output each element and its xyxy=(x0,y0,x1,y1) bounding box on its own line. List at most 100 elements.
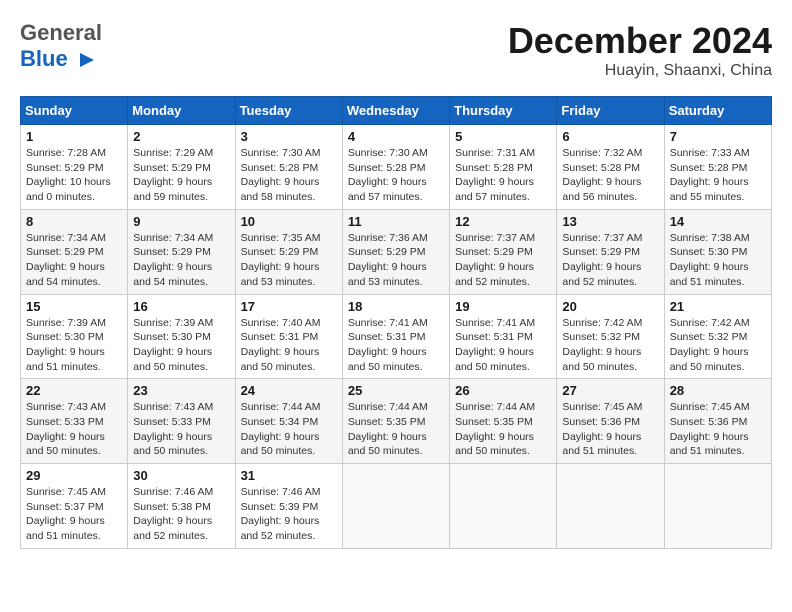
logo-icon: General Blue xyxy=(20,20,102,72)
weekday-thursday: Thursday xyxy=(450,97,557,125)
calendar-table: SundayMondayTuesdayWednesdayThursdayFrid… xyxy=(20,96,772,549)
logo: General Blue xyxy=(20,20,102,72)
calendar-cell: 25Sunrise: 7:44 AMSunset: 5:35 PMDayligh… xyxy=(342,379,449,464)
day-info: Sunrise: 7:34 AMSunset: 5:29 PMDaylight:… xyxy=(133,231,229,290)
week-row-2: 8 Sunrise: 7:34 AMSunset: 5:29 PMDaylight… xyxy=(21,209,772,294)
day-info: Sunrise: 7:44 AMSunset: 5:35 PMDaylight:… xyxy=(455,400,551,459)
day-number: 10 xyxy=(241,214,337,229)
week-row-5: 29 Sunrise: 7:45 AMSunset: 5:37 PMDayligh… xyxy=(21,464,772,549)
weekday-header-row: SundayMondayTuesdayWednesdayThursdayFrid… xyxy=(21,97,772,125)
calendar-cell: 3 Sunrise: 7:30 AMSunset: 5:28 PMDaylight… xyxy=(235,125,342,210)
weekday-saturday: Saturday xyxy=(664,97,771,125)
calendar-header: SundayMondayTuesdayWednesdayThursdayFrid… xyxy=(21,97,772,125)
calendar-cell: 23Sunrise: 7:43 AMSunset: 5:33 PMDayligh… xyxy=(128,379,235,464)
calendar-cell: 16Sunrise: 7:39 AMSunset: 5:30 PMDayligh… xyxy=(128,294,235,379)
day-number: 24 xyxy=(241,383,337,398)
day-info: Sunrise: 7:46 AMSunset: 5:39 PMDaylight:… xyxy=(241,485,337,544)
day-info: Sunrise: 7:30 AMSunset: 5:28 PMDaylight:… xyxy=(348,146,444,205)
day-number: 31 xyxy=(241,468,337,483)
weekday-sunday: Sunday xyxy=(21,97,128,125)
day-info: Sunrise: 7:33 AMSunset: 5:28 PMDaylight:… xyxy=(670,146,766,205)
weekday-friday: Friday xyxy=(557,97,664,125)
day-info: Sunrise: 7:45 AMSunset: 5:36 PMDaylight:… xyxy=(562,400,658,459)
day-info: Sunrise: 7:43 AMSunset: 5:33 PMDaylight:… xyxy=(133,400,229,459)
day-info: Sunrise: 7:41 AMSunset: 5:31 PMDaylight:… xyxy=(348,316,444,375)
day-number: 14 xyxy=(670,214,766,229)
calendar-cell: 9 Sunrise: 7:34 AMSunset: 5:29 PMDaylight… xyxy=(128,209,235,294)
day-number: 21 xyxy=(670,299,766,314)
day-info: Sunrise: 7:46 AMSunset: 5:38 PMDaylight:… xyxy=(133,485,229,544)
day-info: Sunrise: 7:29 AMSunset: 5:29 PMDaylight:… xyxy=(133,146,229,205)
day-number: 22 xyxy=(26,383,122,398)
day-number: 19 xyxy=(455,299,551,314)
day-number: 13 xyxy=(562,214,658,229)
day-number: 26 xyxy=(455,383,551,398)
day-info: Sunrise: 7:36 AMSunset: 5:29 PMDaylight:… xyxy=(348,231,444,290)
calendar-cell: 26 Sunrise: 7:44 AMSunset: 5:35 PMDayligh… xyxy=(450,379,557,464)
day-info: Sunrise: 7:39 AMSunset: 5:30 PMDaylight:… xyxy=(26,316,122,375)
day-info: Sunrise: 7:30 AMSunset: 5:28 PMDaylight:… xyxy=(241,146,337,205)
calendar-cell: 30 Sunrise: 7:46 AMSunset: 5:38 PMDayligh… xyxy=(128,464,235,549)
calendar-cell: 21 Sunrise: 7:42 AMSunset: 5:32 PMDayligh… xyxy=(664,294,771,379)
day-number: 12 xyxy=(455,214,551,229)
day-number: 3 xyxy=(241,129,337,144)
logo-blue-text: Blue xyxy=(20,46,68,71)
title-block: December 2024 Huayin, Shaanxi, China xyxy=(508,20,772,80)
day-number: 7 xyxy=(670,129,766,144)
day-info: Sunrise: 7:40 AMSunset: 5:31 PMDaylight:… xyxy=(241,316,337,375)
day-info: Sunrise: 7:35 AMSunset: 5:29 PMDaylight:… xyxy=(241,231,337,290)
logo-general-text: General xyxy=(20,20,102,45)
calendar-cell: 8 Sunrise: 7:34 AMSunset: 5:29 PMDaylight… xyxy=(21,209,128,294)
calendar-cell: 13 Sunrise: 7:37 AMSunset: 5:29 PMDayligh… xyxy=(557,209,664,294)
day-info: Sunrise: 7:42 AMSunset: 5:32 PMDaylight:… xyxy=(562,316,658,375)
calendar-body: 1 Sunrise: 7:28 AMSunset: 5:29 PMDaylight… xyxy=(21,125,772,549)
day-number: 1 xyxy=(26,129,122,144)
calendar-cell: 15 Sunrise: 7:39 AMSunset: 5:30 PMDayligh… xyxy=(21,294,128,379)
calendar-cell: 5Sunrise: 7:31 AMSunset: 5:28 PMDaylight… xyxy=(450,125,557,210)
weekday-tuesday: Tuesday xyxy=(235,97,342,125)
calendar-cell: 22 Sunrise: 7:43 AMSunset: 5:33 PMDayligh… xyxy=(21,379,128,464)
day-info: Sunrise: 7:39 AMSunset: 5:30 PMDaylight:… xyxy=(133,316,229,375)
calendar-cell: 14Sunrise: 7:38 AMSunset: 5:30 PMDayligh… xyxy=(664,209,771,294)
day-number: 17 xyxy=(241,299,337,314)
calendar-cell: 20Sunrise: 7:42 AMSunset: 5:32 PMDayligh… xyxy=(557,294,664,379)
calendar-cell: 28Sunrise: 7:45 AMSunset: 5:36 PMDayligh… xyxy=(664,379,771,464)
day-number: 30 xyxy=(133,468,229,483)
calendar-cell xyxy=(450,464,557,549)
day-info: Sunrise: 7:37 AMSunset: 5:29 PMDaylight:… xyxy=(455,231,551,290)
page-header: General Blue December 2024 Huayin, Shaan… xyxy=(20,20,772,80)
day-info: Sunrise: 7:43 AMSunset: 5:33 PMDaylight:… xyxy=(26,400,122,459)
calendar-cell: 4 Sunrise: 7:30 AMSunset: 5:28 PMDaylight… xyxy=(342,125,449,210)
day-info: Sunrise: 7:34 AMSunset: 5:29 PMDaylight:… xyxy=(26,231,122,290)
calendar-cell: 18Sunrise: 7:41 AMSunset: 5:31 PMDayligh… xyxy=(342,294,449,379)
day-info: Sunrise: 7:28 AMSunset: 5:29 PMDaylight:… xyxy=(26,146,122,205)
day-info: Sunrise: 7:45 AMSunset: 5:37 PMDaylight:… xyxy=(26,485,122,544)
day-info: Sunrise: 7:32 AMSunset: 5:28 PMDaylight:… xyxy=(562,146,658,205)
calendar-cell: 27 Sunrise: 7:45 AMSunset: 5:36 PMDayligh… xyxy=(557,379,664,464)
day-number: 27 xyxy=(562,383,658,398)
day-info: Sunrise: 7:44 AMSunset: 5:34 PMDaylight:… xyxy=(241,400,337,459)
day-number: 4 xyxy=(348,129,444,144)
week-row-4: 22 Sunrise: 7:43 AMSunset: 5:33 PMDayligh… xyxy=(21,379,772,464)
calendar-cell xyxy=(664,464,771,549)
calendar-cell: 11 Sunrise: 7:36 AMSunset: 5:29 PMDayligh… xyxy=(342,209,449,294)
day-number: 15 xyxy=(26,299,122,314)
week-row-1: 1 Sunrise: 7:28 AMSunset: 5:29 PMDaylight… xyxy=(21,125,772,210)
calendar-cell: 24 Sunrise: 7:44 AMSunset: 5:34 PMDayligh… xyxy=(235,379,342,464)
calendar-subtitle: Huayin, Shaanxi, China xyxy=(508,62,772,80)
calendar-cell: 19Sunrise: 7:41 AMSunset: 5:31 PMDayligh… xyxy=(450,294,557,379)
logo-arrow-icon xyxy=(76,49,98,71)
day-info: Sunrise: 7:37 AMSunset: 5:29 PMDaylight:… xyxy=(562,231,658,290)
day-info: Sunrise: 7:45 AMSunset: 5:36 PMDaylight:… xyxy=(670,400,766,459)
day-number: 8 xyxy=(26,214,122,229)
day-number: 9 xyxy=(133,214,229,229)
calendar-cell: 12 Sunrise: 7:37 AMSunset: 5:29 PMDayligh… xyxy=(450,209,557,294)
day-number: 29 xyxy=(26,468,122,483)
day-info: Sunrise: 7:42 AMSunset: 5:32 PMDaylight:… xyxy=(670,316,766,375)
calendar-cell: 29 Sunrise: 7:45 AMSunset: 5:37 PMDayligh… xyxy=(21,464,128,549)
calendar-cell: 31 Sunrise: 7:46 AMSunset: 5:39 PMDayligh… xyxy=(235,464,342,549)
day-number: 5 xyxy=(455,129,551,144)
calendar-cell xyxy=(557,464,664,549)
day-number: 11 xyxy=(348,214,444,229)
day-number: 6 xyxy=(562,129,658,144)
